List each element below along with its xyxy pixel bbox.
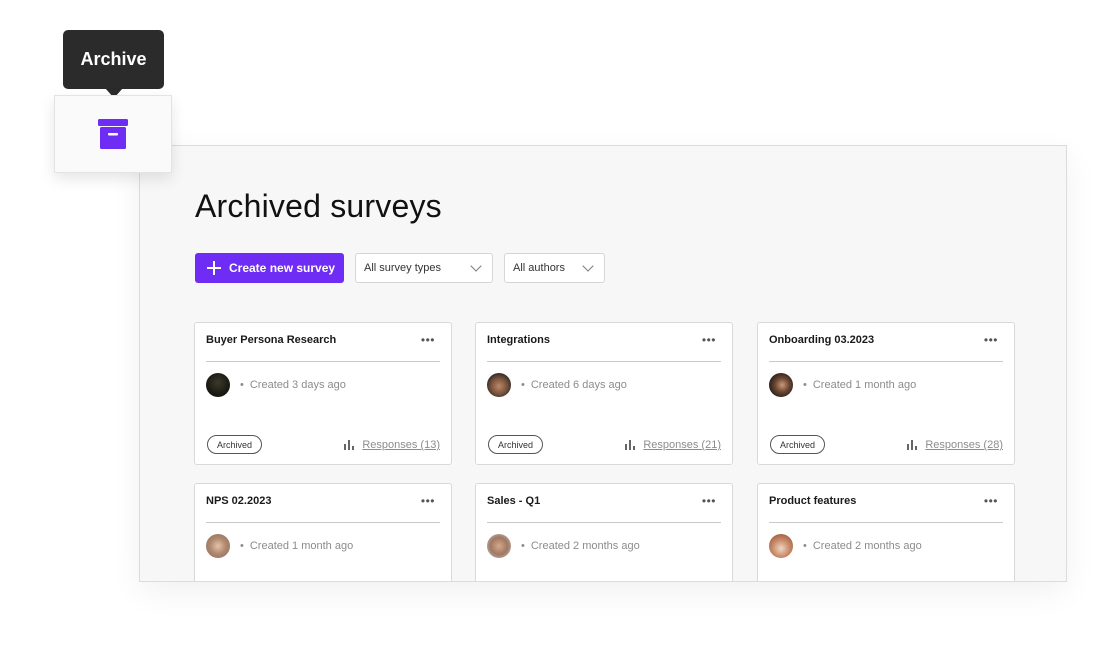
author-filter[interactable]: All authors [504,253,605,283]
toolbar: Create new survey All survey types All a… [195,253,605,283]
bar-chart-icon [344,440,355,450]
survey-card[interactable]: Sales - Q1 ••• • Created 2 months ago [475,483,733,581]
responses-label: Responses (28) [925,439,1003,451]
more-options-icon[interactable]: ••• [702,495,716,507]
avatar [487,534,511,558]
archived-badge: Archived [770,435,826,454]
tooltip-label: Archive [80,49,147,69]
create-button-label: Create new survey [229,261,336,275]
survey-card[interactable]: NPS 02.2023 ••• • Created 1 month ago [194,483,452,581]
survey-card-title: Onboarding 03.2023 [769,334,875,346]
plus-icon [207,261,221,275]
survey-card[interactable]: Integrations ••• • Created 6 days ago Ar… [475,322,733,465]
bar-chart-icon [625,440,636,450]
avatar [206,534,230,558]
avatar [487,373,511,397]
survey-card-title: Integrations [487,334,550,346]
created-date: Created 2 months ago [812,540,922,552]
avatar [206,373,230,397]
avatar [769,534,793,558]
archive-button[interactable] [54,95,172,173]
responses-link[interactable]: Responses (21) [625,439,721,451]
page-title: Archived surveys [195,188,442,224]
survey-card-title: Sales - Q1 [487,495,541,507]
archived-badge: Archived [488,435,544,454]
responses-label: Responses (21) [643,439,721,451]
responses-label: Responses (13) [362,439,440,451]
survey-card-title: Product features [769,495,857,507]
chevron-down-icon [470,260,482,272]
survey-card-title: NPS 02.2023 [206,495,272,507]
card-divider [769,361,1003,362]
card-divider [206,522,440,523]
more-options-icon[interactable]: ••• [984,495,998,507]
create-new-survey-button[interactable]: Create new survey [195,253,344,283]
more-options-icon[interactable]: ••• [702,334,716,346]
survey-card[interactable]: Buyer Persona Research ••• • Created 3 d… [194,322,452,465]
more-options-icon[interactable]: ••• [984,334,998,346]
avatar [769,373,793,397]
survey-card[interactable]: Onboarding 03.2023 ••• • Created 1 month… [757,322,1015,465]
more-options-icon[interactable]: ••• [421,495,435,507]
survey-type-filter[interactable]: All survey types [355,253,493,283]
survey-card-title: Buyer Persona Research [206,334,337,346]
archive-box-icon [98,119,128,149]
archived-surveys-panel: Archived surveys Create new survey All s… [139,145,1067,582]
archive-tooltip: Archive [63,30,164,98]
created-date: Created 1 month ago [812,379,917,391]
created-date: Created 6 days ago [530,379,627,391]
survey-card[interactable]: Product features ••• • Created 2 months … [757,483,1015,581]
responses-link[interactable]: Responses (28) [907,439,1003,451]
card-divider [769,522,1003,523]
archived-badge: Archived [207,435,263,454]
more-options-icon[interactable]: ••• [421,334,435,346]
responses-link[interactable]: Responses (13) [344,439,440,451]
card-divider [487,522,721,523]
survey-type-filter-value: All survey types [364,262,442,274]
card-divider [487,361,721,362]
card-divider [206,361,440,362]
author-filter-value: All authors [513,262,565,274]
created-date: Created 1 month ago [249,540,354,552]
created-date: Created 3 days ago [249,379,346,391]
chevron-down-icon [582,260,594,272]
bar-chart-icon [907,440,918,450]
created-date: Created 2 months ago [530,540,640,552]
